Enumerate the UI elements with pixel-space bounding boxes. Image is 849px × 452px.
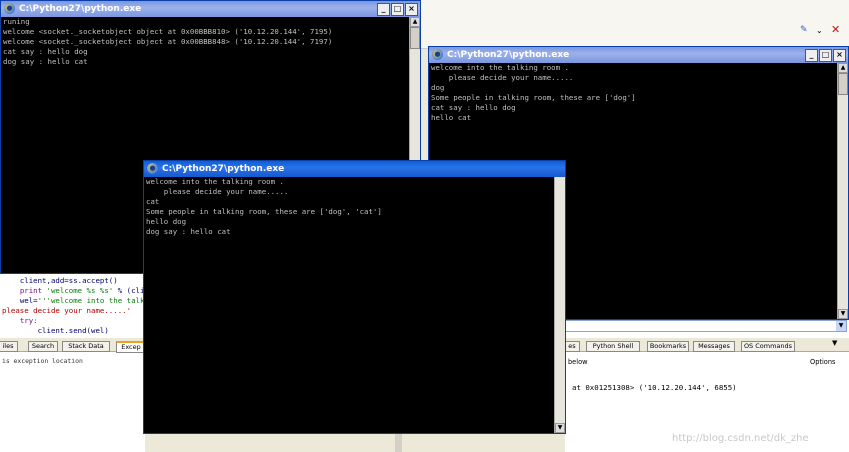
code-token: print <box>19 286 47 295</box>
left-panel-text: is exception location <box>2 357 83 365</box>
code-token: client,add=ss.accept() <box>19 276 118 285</box>
python-icon: ● <box>4 3 15 14</box>
code-line: client.send(wel) <box>2 326 109 336</box>
minimize-button[interactable]: _ <box>805 49 818 62</box>
console-output: welcome into the talking room . please d… <box>144 177 554 433</box>
code-token: client.send(wel) <box>37 326 109 335</box>
code-line: please decide your name.....' <box>2 306 131 316</box>
pin-icon[interactable]: ✎ <box>800 26 808 35</box>
console-line: Some people in talking room, these are [… <box>431 93 636 102</box>
tab-files[interactable]: iles <box>0 341 18 352</box>
code-line: client,add=ss.accept() <box>2 276 118 286</box>
title-bar[interactable]: ● C:\Python27\python.exe _ □ × <box>1 1 420 17</box>
console-line: please decide your name..... <box>146 187 289 196</box>
code-line: print 'welcome %s %s' % (clien <box>2 286 154 296</box>
tab-partial[interactable]: es <box>564 341 580 352</box>
python-icon: ● <box>432 49 443 60</box>
console-line: cat <box>146 197 160 206</box>
tab-stack-data[interactable]: Stack Data <box>62 341 110 352</box>
window-title: C:\Python27\python.exe <box>162 164 285 174</box>
options-button[interactable]: Options <box>810 358 835 366</box>
close-button[interactable]: × <box>833 49 846 62</box>
shell-output-line: at 0x01251308> ('10.12.20.144', 6855) <box>572 383 737 392</box>
watermark: http://blog.csdn.net/dk_zhe <box>672 433 809 444</box>
code-token: '''welcome into the talkin <box>37 296 154 305</box>
console-line: dog <box>431 83 445 92</box>
minimize-button[interactable]: _ <box>377 3 390 16</box>
console-line: welcome <socket._socketobject object at … <box>3 37 333 46</box>
console-line: welcome into the talking room . <box>431 63 569 72</box>
panel-label: below <box>568 358 588 366</box>
tab-messages[interactable]: Messages <box>693 341 735 352</box>
console-line: dog say : hello cat <box>146 227 231 236</box>
console-line: please decide your name..... <box>431 73 574 82</box>
chevron-down-icon[interactable]: ⌄ <box>816 26 825 35</box>
console-line: dog say : hello cat <box>3 57 88 66</box>
tab-os-commands[interactable]: OS Commands <box>741 341 795 352</box>
tab-exceptions[interactable]: Excep <box>116 341 146 353</box>
close-icon[interactable]: ✕ <box>831 24 841 36</box>
scroll-thumb[interactable] <box>410 27 420 49</box>
code-token: please decide your name.....' <box>2 306 132 315</box>
code-line: try: <box>2 316 38 326</box>
console-line: Some people in talking room, these are [… <box>146 207 382 216</box>
title-bar[interactable]: ● C:\Python27\python.exe _ □ × <box>429 47 848 63</box>
console-line: cat say : hello dog <box>3 47 88 56</box>
code-token: 'welcome %s %s' <box>46 286 114 295</box>
python-icon: ● <box>147 163 158 174</box>
console-line: welcome <socket._socketobject object at … <box>3 27 333 36</box>
ide-top-strip <box>420 0 849 49</box>
scrollbar[interactable]: ▼ <box>554 177 565 433</box>
window-title: C:\Python27\python.exe <box>19 4 142 14</box>
window-title: C:\Python27\python.exe <box>447 50 570 60</box>
maximize-button[interactable]: □ <box>391 3 404 16</box>
scroll-down-arrow[interactable]: ▼ <box>838 309 848 319</box>
code-token: wel= <box>19 296 38 305</box>
ide-right-dropdown[interactable]: ▼ <box>565 320 847 332</box>
code-line: wel='''welcome into the talkin <box>2 296 154 306</box>
scroll-up-arrow[interactable]: ▲ <box>410 17 420 27</box>
close-button[interactable]: × <box>405 3 418 16</box>
chevron-down-icon[interactable]: ▼ <box>832 339 837 347</box>
console-line: runing <box>3 17 30 26</box>
scroll-down-arrow[interactable]: ▼ <box>555 423 565 433</box>
title-bar[interactable]: ● C:\Python27\python.exe <box>144 161 565 177</box>
scroll-up-arrow[interactable]: ▲ <box>838 63 848 73</box>
console-line: hello cat <box>431 113 472 122</box>
scrollbar[interactable]: ▲ ▼ <box>837 63 848 319</box>
scroll-thumb[interactable] <box>838 73 848 95</box>
console-line: hello dog <box>146 217 187 226</box>
console-window-cat[interactable]: ● C:\Python27\python.exe welcome into th… <box>143 160 566 434</box>
code-token: try: <box>19 316 38 325</box>
console-line: welcome into the talking room . <box>146 177 284 186</box>
console-line: cat say : hello dog <box>431 103 516 112</box>
tab-search[interactable]: Search <box>28 341 58 352</box>
divider-strip <box>395 432 402 452</box>
chevron-down-icon[interactable]: ▼ <box>836 321 846 331</box>
tab-bookmarks[interactable]: Bookmarks <box>647 341 689 352</box>
maximize-button[interactable]: □ <box>819 49 832 62</box>
tab-python-shell[interactable]: Python Shell <box>586 341 640 352</box>
